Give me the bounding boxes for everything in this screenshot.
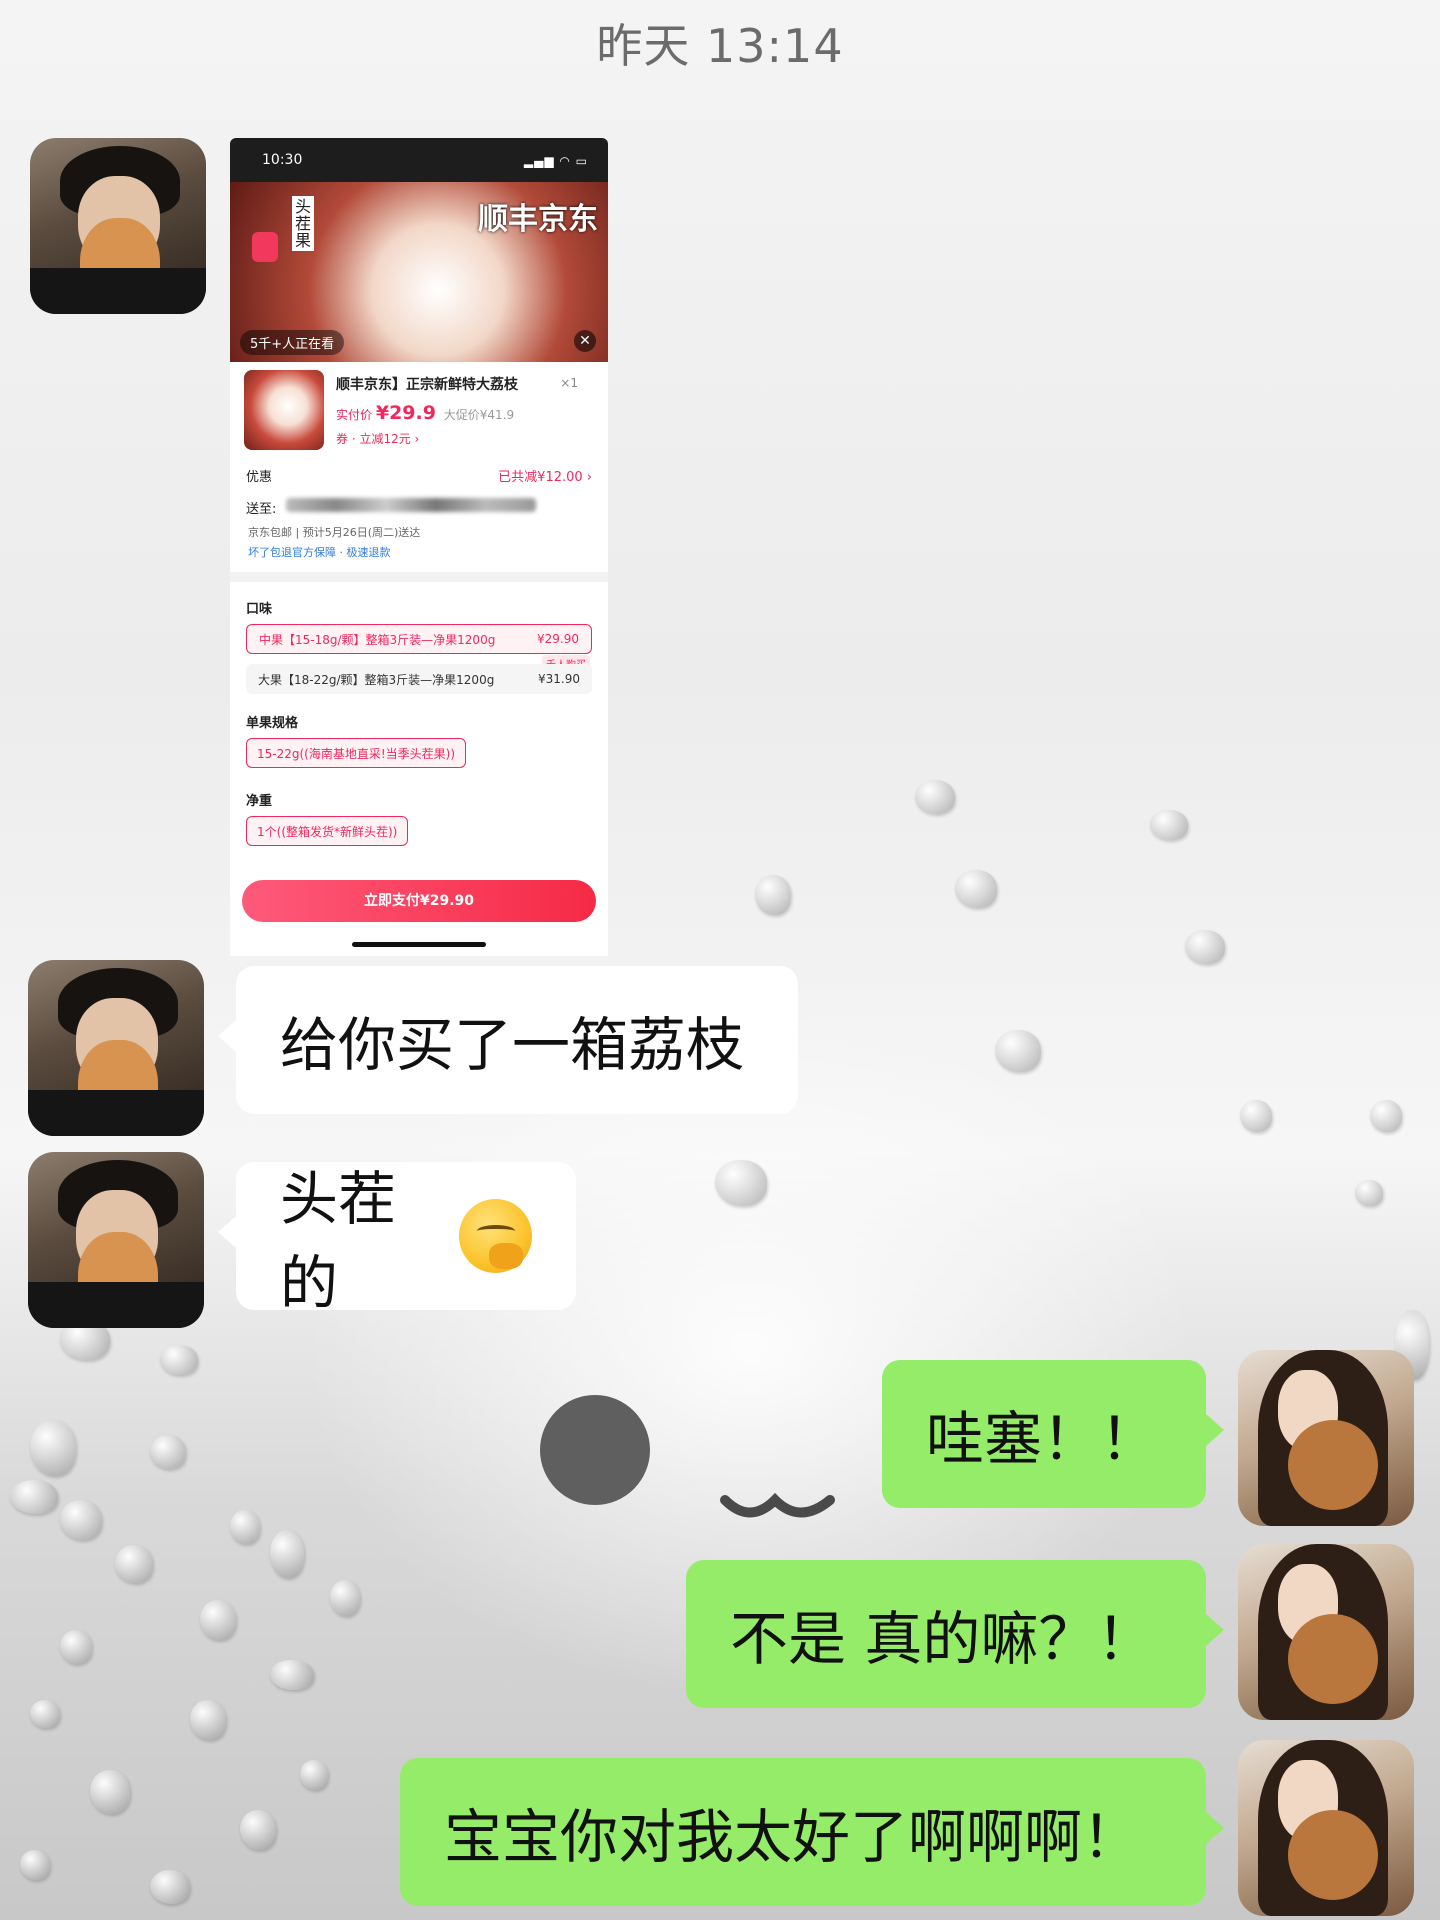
message-text: 宝宝你对我太好了啊啊啊！ — [444, 1803, 1141, 1871]
size-chip: 15-22g((海南基地直采!当季头茬果)) — [246, 738, 467, 768]
outgoing-message-bubble[interactable]: 不是 真的嘛？！ — [686, 1560, 1224, 1708]
contact-avatar[interactable] — [30, 138, 206, 314]
product-name: 顺丰京东】正宗新鲜特大荔枝 — [336, 377, 518, 393]
signal-wifi-battery-icon: ▂▄▆ ◠ ▭ — [523, 154, 588, 168]
lychee-thumbnail — [244, 370, 324, 450]
message-text: 给你买了一箱荔枝 — [280, 1011, 745, 1079]
banner-vertical-text: 头茬果 — [292, 196, 314, 251]
incoming-message-bubble[interactable]: 头茬的 — [218, 1162, 576, 1317]
option-2-price: ¥31.90 — [538, 672, 580, 686]
home-indicator — [352, 942, 486, 947]
option-2-text: 大果【18-22g/颗】整箱3斤装—净果1200g — [258, 672, 495, 687]
message-text: 不是 真的嘛？！ — [730, 1605, 1155, 1673]
ship-to-label: 送至: — [246, 502, 277, 517]
weight-chip: 1个((整箱发货*新鲜头茬)) — [246, 816, 409, 846]
product-card: 顺丰京东】正宗新鲜特大荔枝 ×1 实付价 ¥29.9 大促价¥41.9 券 · … — [230, 362, 608, 572]
decorative-smile — [720, 1492, 835, 1518]
option-1-text: 中果【15-18g/颗】整箱3斤装—净果1200g — [259, 632, 496, 647]
contact-avatar[interactable] — [28, 1152, 204, 1328]
banner-logo: 顺丰京东 — [478, 202, 598, 237]
outgoing-message-bubble[interactable]: 宝宝你对我太好了啊啊啊！ — [400, 1758, 1224, 1906]
message-text: 头茬的 — [280, 1165, 397, 1317]
red-packet-icon — [252, 232, 278, 262]
discount-label: 优惠 — [246, 470, 273, 485]
status-time: 10:30 — [262, 152, 303, 168]
contact-avatar[interactable] — [28, 960, 204, 1136]
option-medium-fruit: 中果【15-18g/颗】整箱3斤装—净果1200g ¥29.90 — [246, 624, 592, 654]
decorative-dot — [540, 1395, 650, 1505]
price-label: 实付价 — [336, 408, 373, 422]
coupon-text: 券 · 立减12元 › — [336, 432, 420, 446]
flavor-label: 口味 — [246, 602, 273, 617]
discount-value: 已共减¥12.00 › — [498, 470, 592, 485]
user-avatar[interactable] — [1238, 1544, 1414, 1720]
shopping-screenshot-image[interactable]: 10:30 ▂▄▆ ◠ ▭ 头茬果 顺丰京东 5千+人正在看 ✕ 顺丰京东】正宗… — [230, 138, 608, 956]
pay-now-button: 立即支付¥29.90 — [242, 880, 596, 922]
viewers-count: 5千+人正在看 — [240, 330, 345, 355]
incoming-message-bubble[interactable]: 给你买了一箱荔枝 — [218, 966, 798, 1114]
user-avatar[interactable] — [1238, 1740, 1414, 1916]
product-banner: 头茬果 顺丰京东 5千+人正在看 ✕ — [230, 182, 608, 362]
price-value: ¥29.9 — [375, 402, 436, 424]
shipping-info: 京东包邮 | 预计5月26日(周二)送达 — [248, 526, 421, 539]
size-label: 单果规格 — [246, 716, 299, 731]
blurred-address — [286, 498, 536, 512]
product-price: 实付价 ¥29.9 大促价¥41.9 — [336, 402, 514, 424]
hand-over-mouth-emoji-icon — [458, 1199, 532, 1273]
guarantee-info: 坏了包退官方保障 · 极速退款 — [248, 546, 391, 559]
user-avatar[interactable] — [1238, 1350, 1414, 1526]
promo-price: 大促价¥41.9 — [443, 408, 515, 422]
section-divider — [230, 572, 608, 582]
product-quantity: ×1 — [560, 376, 578, 390]
option-large-fruit: 大果【18-22g/颗】整箱3斤装—净果1200g ¥31.90 — [246, 664, 592, 694]
chat-timestamp: 昨天 13:14 — [596, 19, 844, 73]
weight-label: 净重 — [246, 794, 273, 809]
message-text: 哇塞！！ — [926, 1405, 1159, 1473]
outgoing-message-bubble[interactable]: 哇塞！！ — [882, 1360, 1224, 1508]
option-1-price: ¥29.90 — [537, 632, 579, 646]
close-icon: ✕ — [574, 330, 596, 352]
phone-status-bar: 10:30 ▂▄▆ ◠ ▭ — [230, 138, 608, 186]
